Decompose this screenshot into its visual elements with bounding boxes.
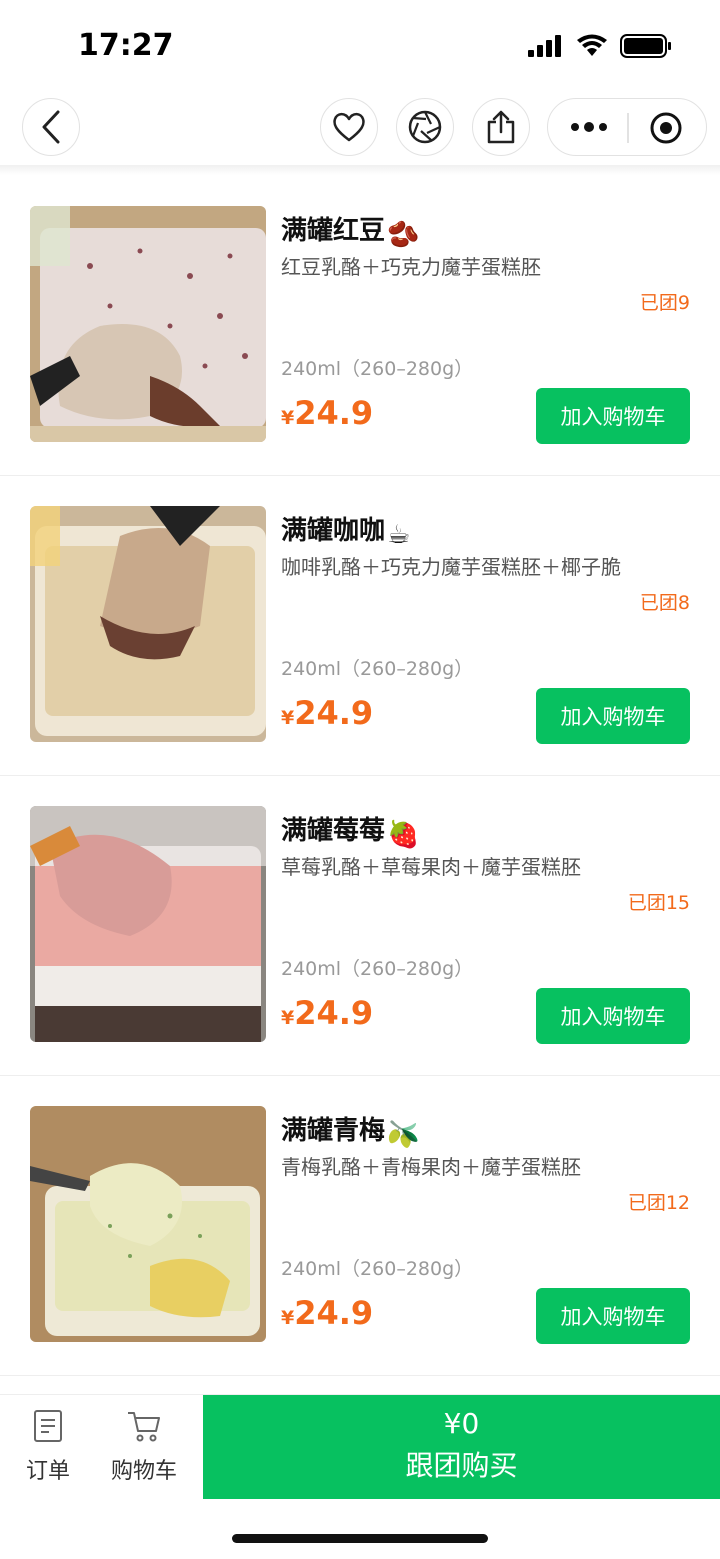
favorite-button[interactable] <box>320 98 378 156</box>
product-spec: 240ml（260–280g） <box>281 358 474 380</box>
status-bar: 17:27 <box>0 0 720 90</box>
buy-label: 跟团购买 <box>405 1449 518 1482</box>
price-currency: ¥ <box>281 1307 295 1329</box>
aperture-icon <box>408 110 442 144</box>
order-list-icon <box>34 1410 62 1442</box>
product-image[interactable] <box>30 806 266 1042</box>
product-emoji: 🫒 <box>387 1120 420 1150</box>
tab-cart[interactable]: 购物车 <box>106 1409 182 1485</box>
tab-orders-label: 订单 <box>25 1459 70 1484</box>
aperture-button[interactable] <box>396 98 454 156</box>
status-icons <box>528 34 672 58</box>
product-card[interactable]: 满罐莓莓🍓 草莓乳酪＋草莓果肉＋魔芋蛋糕胚 已团15 240ml（260–280… <box>0 776 720 1076</box>
tab-orders[interactable]: 订单 <box>18 1409 78 1485</box>
group-count: 已团9 <box>639 292 690 314</box>
product-spec: 240ml（260–280g） <box>281 958 474 980</box>
battery-icon <box>620 34 671 58</box>
product-price: ¥24.9 <box>281 394 373 432</box>
close-target-icon[interactable] <box>649 111 683 145</box>
nav-bar <box>0 92 720 168</box>
group-count: 已团12 <box>627 1192 690 1214</box>
product-spec: 240ml（260–280g） <box>281 658 474 680</box>
more-icon[interactable] <box>570 119 608 135</box>
product-title: 满罐红豆🫘 <box>281 210 419 250</box>
product-title: 满罐青梅🫒 <box>281 1110 419 1150</box>
product-title: 满罐莓莓🍓 <box>281 810 419 850</box>
home-indicator <box>232 1534 488 1543</box>
product-image[interactable] <box>30 206 266 442</box>
price-value: 24.9 <box>294 394 374 432</box>
bottom-bar: 订单 购物车 ¥0 跟团购买 <box>0 1394 720 1499</box>
add-to-cart-button[interactable]: 加入购物车 <box>536 688 690 744</box>
cart-icon <box>128 1412 160 1442</box>
product-description: 青梅乳酪＋青梅果肉＋魔芋蛋糕胚 <box>281 1155 581 1179</box>
mini-program-capsule <box>547 98 707 156</box>
buy-total-price: ¥0 <box>443 1407 480 1440</box>
price-currency: ¥ <box>281 407 295 429</box>
status-time: 17:27 <box>78 28 174 63</box>
add-to-cart-button[interactable]: 加入购物车 <box>536 388 690 444</box>
share-button[interactable] <box>472 98 530 156</box>
product-image[interactable] <box>30 1106 266 1342</box>
product-title-text: 满罐莓莓 <box>281 816 386 846</box>
signal-icon <box>528 35 561 57</box>
product-image[interactable] <box>30 506 266 742</box>
product-emoji: 🫘 <box>387 220 420 250</box>
price-value: 24.9 <box>294 1294 374 1332</box>
product-list: 满罐红豆🫘 红豆乳酪＋巧克力魔芋蛋糕胚 已团9 240ml（260–280g） … <box>0 176 720 1376</box>
product-description: 红豆乳酪＋巧克力魔芋蛋糕胚 <box>281 255 541 279</box>
product-title: 满罐咖咖☕ <box>281 510 410 550</box>
product-description: 咖啡乳酪＋巧克力魔芋蛋糕胚＋椰子脆 <box>281 555 621 579</box>
tab-cart-label: 购物车 <box>110 1459 177 1484</box>
heart-icon <box>333 112 365 142</box>
product-title-text: 满罐青梅 <box>281 1116 386 1146</box>
capsule-divider <box>627 113 629 143</box>
back-button[interactable] <box>22 98 80 156</box>
product-price: ¥24.9 <box>281 1294 373 1332</box>
price-currency: ¥ <box>281 707 295 729</box>
group-count: 已团15 <box>627 892 690 914</box>
product-card[interactable]: 满罐咖咖☕ 咖啡乳酪＋巧克力魔芋蛋糕胚＋椰子脆 已团8 240ml（260–28… <box>0 476 720 776</box>
price-currency: ¥ <box>281 1007 295 1029</box>
product-title-text: 满罐咖咖 <box>281 516 386 546</box>
chevron-left-icon <box>42 110 60 144</box>
join-group-buy-button[interactable]: ¥0 跟团购买 <box>203 1395 720 1499</box>
product-emoji: ☕ <box>387 520 411 550</box>
product-spec: 240ml（260–280g） <box>281 1258 474 1280</box>
product-emoji: 🍓 <box>387 820 420 850</box>
share-icon <box>487 110 515 144</box>
product-card[interactable]: 满罐红豆🫘 红豆乳酪＋巧克力魔芋蛋糕胚 已团9 240ml（260–280g） … <box>0 176 720 476</box>
add-to-cart-button[interactable]: 加入购物车 <box>536 1288 690 1344</box>
product-card[interactable]: 满罐青梅🫒 青梅乳酪＋青梅果肉＋魔芋蛋糕胚 已团12 240ml（260–280… <box>0 1076 720 1376</box>
price-value: 24.9 <box>294 694 374 732</box>
product-price: ¥24.9 <box>281 994 373 1032</box>
price-value: 24.9 <box>294 994 374 1032</box>
group-count: 已团8 <box>639 592 690 614</box>
product-description: 草莓乳酪＋草莓果肉＋魔芋蛋糕胚 <box>281 855 581 879</box>
product-title-text: 满罐红豆 <box>281 216 386 246</box>
product-price: ¥24.9 <box>281 694 373 732</box>
wifi-icon <box>577 34 607 56</box>
nav-divider <box>0 165 720 175</box>
add-to-cart-button[interactable]: 加入购物车 <box>536 988 690 1044</box>
